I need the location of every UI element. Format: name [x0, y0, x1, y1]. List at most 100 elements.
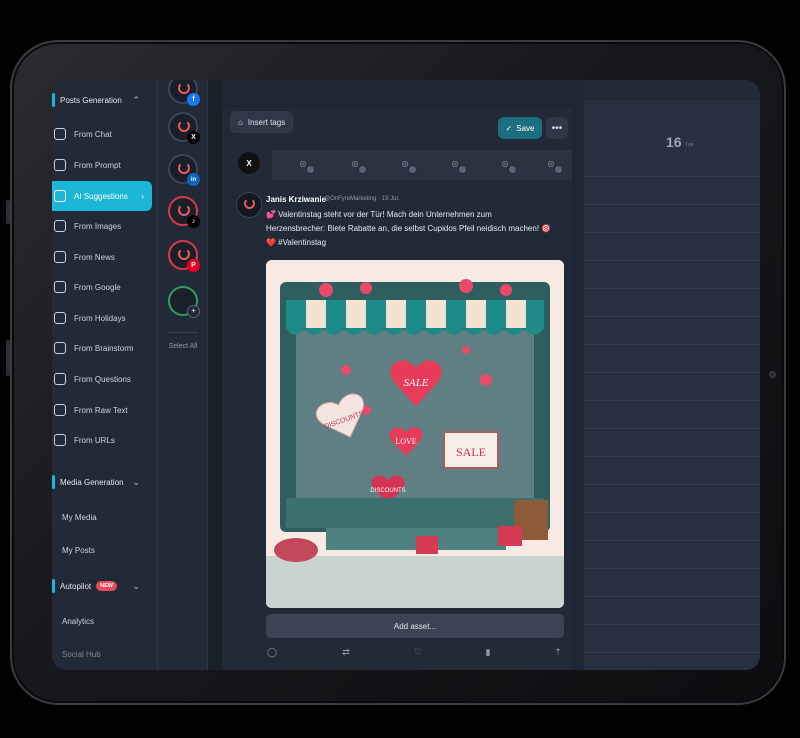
sidebar-item-my-posts[interactable]: My Posts [52, 536, 152, 564]
linkedin-icon: in [187, 173, 200, 186]
onfyre-logo [178, 82, 190, 94]
repost-icon[interactable]: ⇄ [340, 646, 352, 658]
section-indicator [52, 475, 55, 489]
tab-x[interactable]: X [238, 152, 260, 174]
plus-icon: + [187, 305, 200, 318]
pinterest-icon [554, 165, 563, 174]
post-actions: ◯ ⇄ ♡ ▮ ⇡ [266, 646, 564, 660]
post-author-avatar [236, 192, 262, 218]
threads-icon [358, 165, 367, 174]
prompt-icon [54, 159, 66, 171]
calendar-row-line [584, 428, 760, 429]
more-options-button[interactable]: ••• [546, 117, 568, 139]
question-icon [54, 373, 66, 385]
sidebar-item-label: My Posts [62, 545, 95, 555]
post-text[interactable]: 💕 Valentinstag steht vor der Tür! Mach d… [266, 208, 566, 250]
stats-icon[interactable]: ▮ [482, 646, 494, 658]
sign-discounts-small: DISCOUNTS [370, 488, 405, 494]
calendar-row-line [584, 484, 760, 485]
sidebar-item-from-chat[interactable]: From Chat [52, 120, 152, 148]
save-button[interactable]: ✓ Save [498, 117, 542, 139]
sidebar-section-autopilot[interactable]: Autopilot NEW ⌄ [52, 572, 152, 600]
sidebar-item-my-media[interactable]: My Media [52, 503, 152, 531]
comment-icon[interactable]: ◯ [266, 646, 278, 658]
sidebar-item-from-questions[interactable]: From Questions [52, 365, 152, 393]
sidebar-item-label: From News [74, 252, 115, 262]
sidebar-item-ai-suggestions[interactable]: AI Suggestions › [52, 181, 152, 211]
tab-instagram[interactable]: ◎ [494, 152, 517, 174]
account-avatar-tiktok[interactable]: ♪ [168, 196, 200, 228]
section-indicator [52, 579, 55, 593]
onfyre-logo [178, 162, 190, 174]
calendar-row-line [584, 512, 760, 513]
insert-tags-label: Insert tags [247, 117, 286, 127]
heart-icon[interactable]: ♡ [412, 646, 424, 658]
calendar-panel: 16 Tue [584, 100, 760, 670]
sidebar-item-from-holidays[interactable]: From Holidays [52, 304, 152, 332]
sidebar-item-label: From Brainstorm [74, 343, 134, 353]
section-label: Posts Generation [60, 95, 122, 105]
sidebar-item-label: From Holidays [74, 313, 126, 323]
sidebar-item-from-google[interactable]: From Google [52, 273, 152, 301]
sidebar-item-from-raw-text[interactable]: From Raw Text [52, 396, 152, 424]
section-label: Autopilot [60, 581, 92, 591]
facebook-icon: f [187, 93, 200, 106]
sidebar-item-label: From Questions [74, 374, 131, 384]
account-avatar-linkedin[interactable]: in [168, 154, 200, 186]
section-label: Media Generation [60, 477, 124, 487]
camera-dot [769, 371, 776, 378]
share-icon[interactable]: ⇡ [552, 646, 564, 658]
tab-tiktok[interactable]: ◎ [444, 152, 467, 174]
sidebar-item-from-urls[interactable]: From URLs [52, 426, 152, 454]
select-all-button[interactable]: Select All [158, 342, 208, 352]
calendar-row-line [584, 596, 760, 597]
sidebar-item-social-hub[interactable]: Social Hub [52, 640, 152, 668]
link-icon [54, 434, 66, 446]
account-avatar-facebook[interactable]: f [168, 80, 200, 106]
post-author-handle: @OnFyreMarketing · 19 Jul. [324, 196, 400, 202]
sign-sale-heart: SALE [403, 377, 428, 389]
post-image[interactable]: SALE DISCOUNTS LOVE SALE DISCOUNTS [266, 260, 564, 608]
tab-linkedin[interactable]: ◎ [394, 152, 417, 174]
power-button [6, 340, 10, 376]
sidebar-item-label: From Images [74, 221, 122, 231]
calendar-row-line [584, 288, 760, 289]
tab-threads[interactable]: ◎ [344, 152, 367, 174]
calendar-row-line [584, 232, 760, 233]
divider [168, 332, 198, 333]
volume-button [6, 200, 10, 224]
facebook-icon [306, 165, 315, 174]
sidebar-section-media-generation[interactable]: Media Generation ⌄ [52, 468, 152, 496]
onfyre-logo [178, 248, 190, 260]
x-icon: X [187, 131, 200, 144]
sidebar-item-label: From Prompt [74, 160, 121, 170]
sidebar-section-posts-generation[interactable]: Posts Generation ⌃ [52, 86, 152, 114]
linkedin-icon [408, 165, 417, 174]
new-badge: NEW [96, 581, 117, 591]
sidebar-item-analytics[interactable]: Analytics [52, 607, 152, 635]
add-asset-button[interactable]: Add asset... [266, 614, 564, 638]
text-icon [54, 404, 66, 416]
calendar-row-line [584, 204, 760, 205]
insert-tags-button[interactable]: ⌂ Insert tags [230, 111, 294, 133]
calendar-row-line [584, 372, 760, 373]
post-editor-panel: ⌂ Insert tags ✓ Save ••• X ◎ ◎ ◎ ◎ ◎ ◎ J… [222, 108, 572, 670]
tab-pinterest[interactable]: ◎ [540, 152, 563, 174]
save-label: Save [516, 123, 535, 133]
sign-love: LOVE [395, 437, 416, 446]
sidebar-item-from-brainstorm[interactable]: From Brainstorm [52, 334, 152, 362]
app-screen: Posts Generation ⌃ From Chat From Prompt A… [52, 80, 760, 670]
sidebar-item-from-prompt[interactable]: From Prompt [52, 151, 152, 179]
account-avatar-pinterest[interactable]: P [168, 240, 200, 272]
image-icon [54, 220, 66, 232]
account-avatar-x[interactable]: X [168, 112, 200, 144]
add-account-avatar[interactable]: + [168, 286, 200, 318]
check-circle-icon: ✓ [505, 123, 513, 133]
accounts-column: f X in ♪ P + Select All [158, 80, 208, 670]
sidebar-item-label: Social Hub [62, 649, 101, 659]
news-icon [54, 251, 66, 263]
sidebar-item-from-news[interactable]: From News [52, 243, 152, 271]
sidebar-item-from-images[interactable]: From Images [52, 212, 152, 240]
tab-facebook[interactable]: ◎ [292, 152, 315, 174]
calendar-header-bar [584, 80, 760, 100]
